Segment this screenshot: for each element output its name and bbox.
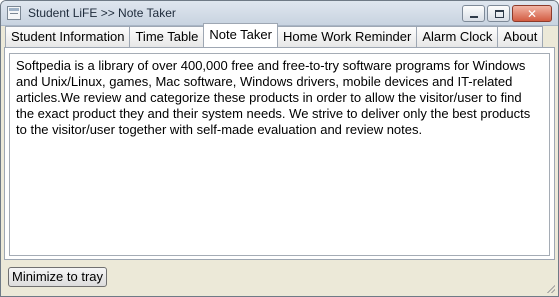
caption-buttons: ✕ — [462, 5, 552, 22]
minimize-to-tray-button[interactable]: Minimize to tray — [8, 267, 107, 287]
maximize-button[interactable] — [487, 5, 510, 22]
notebook-icon — [7, 6, 21, 20]
close-button[interactable]: ✕ — [512, 5, 552, 22]
tab-about[interactable]: About — [497, 26, 544, 47]
minimize-button[interactable] — [462, 5, 485, 22]
tab-student-information[interactable]: Student Information — [5, 26, 131, 47]
note-text-area[interactable]: Softpedia is a library of over 400,000 f… — [9, 53, 550, 256]
note-taker-panel: Softpedia is a library of over 400,000 f… — [4, 47, 555, 260]
maximize-icon — [495, 10, 504, 18]
tab-alarm-clock[interactable]: Alarm Clock — [416, 26, 499, 47]
tab-home-work-reminder[interactable]: Home Work Reminder — [276, 26, 418, 47]
title-bar[interactable]: Student LiFE >> Note Taker ✕ — [1, 1, 558, 26]
tab-strip: Student Information Time Table Note Take… — [5, 23, 544, 47]
close-icon: ✕ — [527, 7, 538, 21]
main-window: Student LiFE >> Note Taker ✕ Student Inf… — [0, 0, 559, 297]
window-title: Student LiFE >> Note Taker — [28, 6, 176, 20]
minimize-icon — [470, 16, 478, 18]
tab-note-taker[interactable]: Note Taker — [203, 23, 278, 47]
resize-grip-icon[interactable] — [544, 282, 555, 293]
tab-time-table[interactable]: Time Table — [129, 26, 205, 47]
